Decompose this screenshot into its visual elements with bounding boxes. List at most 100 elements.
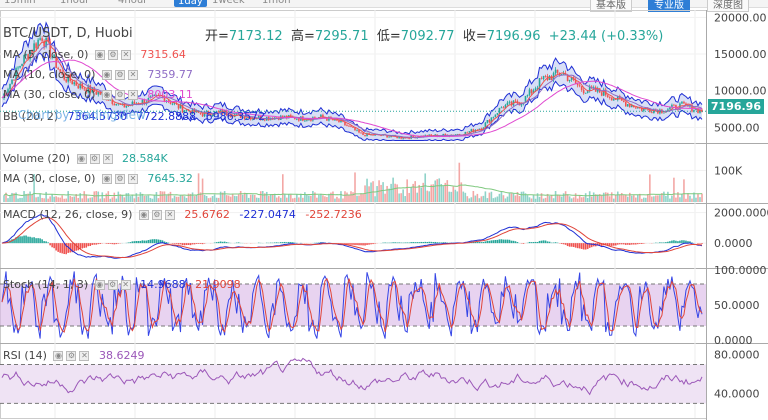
macd-histogram-bar [538, 240, 541, 244]
macd-histogram-bar [414, 242, 416, 244]
volume-bar [153, 195, 156, 202]
macd-histogram-bar [490, 240, 493, 244]
volume-bar [588, 191, 591, 202]
volume-bar [19, 197, 21, 202]
macd-histogram-bar [637, 243, 639, 245]
volume-bar [137, 196, 140, 202]
macd-histogram-bar [215, 242, 218, 244]
candle-body [526, 94, 529, 97]
volume-legend[interactable]: Volume (20) ◉ ⚙ ✕ 28.584K [3, 152, 168, 165]
volume-bar [602, 192, 605, 202]
macd-signal-line [1, 216, 703, 258]
close-icon[interactable]: ✕ [127, 90, 138, 100]
bb-value-3: 6986.3572 [205, 110, 266, 123]
macd-histogram-bar [143, 240, 146, 244]
macd-histogram-bar [426, 241, 429, 244]
ma5-legend[interactable]: MA (5, close, 0) ◉ ⚙ ✕ 7315.64 [3, 48, 186, 61]
macd-histogram-bar [584, 243, 587, 250]
close-icon[interactable]: ✕ [127, 70, 138, 80]
settings-icon[interactable]: ⚙ [89, 154, 100, 164]
volume-bar [111, 197, 114, 202]
volume-bar [225, 195, 228, 202]
macd-histogram-bar [275, 242, 278, 244]
eye-icon[interactable]: ◉ [101, 90, 112, 100]
ma10-value: 7359.77 [147, 68, 193, 81]
volume-bar [446, 180, 449, 202]
settings-icon[interactable]: ⚙ [114, 70, 125, 80]
eye-icon[interactable]: ◉ [101, 70, 112, 80]
settings-icon[interactable]: ⚙ [114, 90, 125, 100]
macd-histogram-bar [187, 243, 190, 245]
macd-histogram-bar [416, 242, 418, 244]
macd-histogram-bar [131, 241, 134, 244]
volume-value: 28.584K [122, 152, 168, 165]
macd-histogram-bar [410, 242, 412, 244]
volume-bar [438, 178, 441, 202]
settings-icon[interactable]: ⚙ [107, 50, 118, 60]
candle-body [506, 102, 509, 106]
macd-histogram-bar [99, 243, 102, 244]
volume-bar [253, 194, 256, 202]
volume-bar [504, 198, 507, 202]
eye-icon[interactable]: ◉ [101, 174, 112, 184]
macd-histogram-bar [488, 240, 491, 244]
macd-histogram-bar [279, 242, 282, 244]
volume-bar [269, 194, 272, 202]
macd-histogram-bar [438, 242, 441, 244]
eye-icon[interactable]: ◉ [94, 50, 105, 60]
volume-bar [494, 197, 497, 202]
close-icon[interactable]: ✕ [120, 280, 131, 290]
volume-ma-legend[interactable]: MA (30, close, 0) ◉ ⚙ ✕ 7645.32 [3, 172, 193, 185]
volume-bar [247, 197, 250, 202]
volume-bar [574, 193, 577, 202]
macd-histogram-bar [528, 241, 531, 244]
volume-bar [655, 195, 657, 202]
volume-bar [127, 193, 130, 202]
volume-bar [219, 191, 222, 202]
macd-histogram-bar [372, 243, 374, 245]
volume-bar [282, 174, 284, 202]
stoch-legend[interactable]: Stoch (14, 1, 3) ◉ ⚙ ✕ 14.9688 21.9098 [3, 278, 241, 291]
macd-histogram-bar [282, 242, 284, 244]
candle-body [622, 100, 625, 103]
y-tick-label: 2000.0000 [714, 207, 768, 220]
close-icon[interactable]: ✕ [127, 174, 138, 184]
eye-icon[interactable]: ◉ [94, 280, 105, 290]
macd-histogram-bar [117, 243, 120, 244]
eye-icon[interactable]: ◉ [138, 210, 149, 220]
eye-icon[interactable]: ◉ [53, 351, 64, 361]
eye-icon[interactable]: ◉ [76, 154, 87, 164]
volume-bar [344, 191, 346, 202]
ma10-legend[interactable]: MA (10, close, 0) ◉ ⚙ ✕ 7359.77 [3, 68, 193, 81]
volume-bar [366, 178, 368, 202]
volume-bar [681, 194, 683, 202]
volume-bar [384, 193, 386, 202]
close-icon[interactable]: ✕ [164, 210, 175, 220]
symbol-title: BTC/USDT, D, Huobi [3, 26, 133, 41]
volume-bar [556, 194, 559, 202]
rsi-legend[interactable]: RSI (14) ◉ ⚙ ✕ 38.6249 [3, 349, 144, 362]
settings-icon[interactable]: ⚙ [66, 351, 77, 361]
candle-body [171, 103, 174, 105]
y-tick-label: 40.0000 [714, 388, 760, 401]
volume-bar [454, 189, 457, 202]
volume-bar [440, 184, 443, 202]
settings-icon[interactable]: ⚙ [107, 280, 118, 290]
macd-histogram-bar [635, 243, 637, 245]
settings-icon[interactable]: ⚙ [151, 210, 162, 220]
volume-bar [404, 196, 406, 202]
close-icon[interactable]: ✕ [102, 154, 113, 164]
close-value: 7196.96 [486, 29, 541, 44]
volume-bar [261, 190, 264, 202]
volume-bar [667, 191, 669, 202]
ma30-legend[interactable]: MA (30, close, 0) ◉ ⚙ ✕ 8003.11 [3, 88, 193, 101]
settings-icon[interactable]: ⚙ [114, 174, 125, 184]
volume-bar [508, 193, 511, 202]
macd-histogram-bar [522, 243, 525, 244]
macd-histogram-bar [235, 242, 238, 244]
close-icon[interactable]: ✕ [79, 351, 90, 361]
macd-legend[interactable]: MACD (12, 26, close, 9) ◉ ⚙ ✕ 25.6762 -227… [3, 208, 362, 221]
close-icon[interactable]: ✕ [120, 50, 131, 60]
candle-body [612, 98, 615, 101]
volume-bar [139, 192, 142, 202]
